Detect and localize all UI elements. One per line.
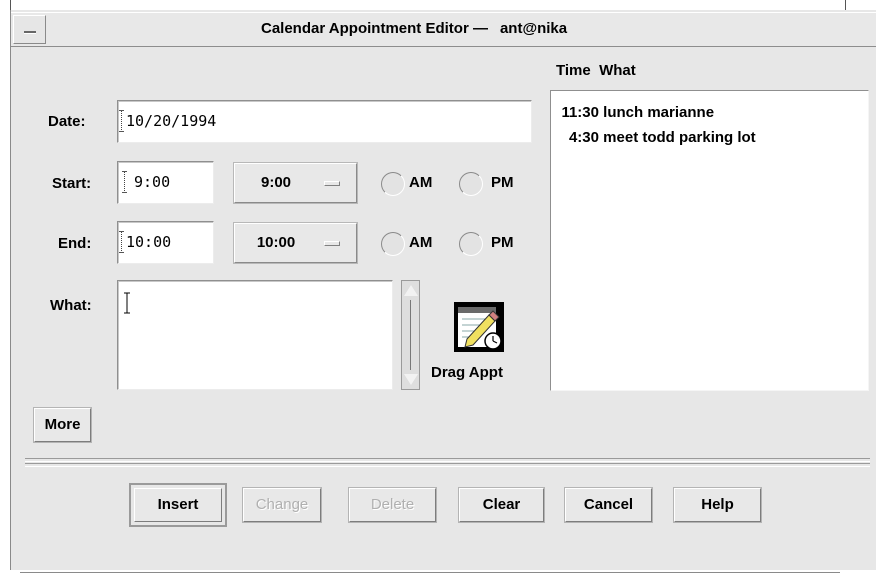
date-value: 10/20/1994 — [126, 112, 217, 130]
separator — [25, 463, 870, 467]
radio-icon — [381, 232, 405, 256]
window-title-text: Calendar Appointment Editor — — [261, 20, 488, 37]
date-label: Date: — [48, 113, 86, 130]
radio-icon — [459, 232, 483, 256]
list-header-what: What — [599, 62, 636, 79]
start-pm-label: PM — [491, 174, 514, 191]
start-time-value: 9:00 — [134, 173, 171, 191]
clear-button[interactable]: Clear — [458, 487, 545, 523]
radio-icon — [381, 172, 405, 196]
window-title-user: ant@nika — [499, 20, 568, 37]
list-item-time: 11:30 — [561, 104, 599, 121]
what-label: What: — [50, 297, 92, 314]
date-field[interactable]: 10/20/1994 — [117, 100, 532, 143]
drag-appointment-icon[interactable] — [453, 301, 505, 353]
end-label: End: — [58, 235, 92, 252]
what-scrollbar[interactable] — [401, 280, 420, 390]
end-pm-label: PM — [491, 234, 514, 251]
window-title: Calendar Appointment Editor — ant@nika — [261, 20, 567, 37]
change-button[interactable]: Change — [242, 487, 322, 523]
resize-corner-tl[interactable] — [10, 0, 11, 10]
i-beam-cursor-icon — [124, 292, 130, 314]
resize-corner-tr[interactable] — [845, 0, 846, 10]
drag-appt-label: Drag Appt — [431, 364, 503, 381]
help-button[interactable]: Help — [673, 487, 762, 523]
end-time-menu-value: 10:00 — [256, 234, 296, 251]
window-menu-button[interactable] — [13, 15, 46, 44]
text-caret — [119, 110, 127, 132]
scroll-up-icon[interactable] — [404, 285, 418, 296]
bottom-edge — [20, 572, 840, 573]
list-header: Time What — [556, 62, 636, 79]
text-caret — [122, 171, 130, 193]
delete-button[interactable]: Delete — [348, 487, 437, 523]
scroll-down-icon[interactable] — [404, 374, 418, 385]
list-item[interactable]: 4:30 meet todd parking lot — [557, 129, 862, 154]
separator — [25, 458, 870, 462]
start-am-label: AM — [409, 174, 433, 191]
scroll-track[interactable] — [410, 300, 411, 370]
cancel-button[interactable]: Cancel — [564, 487, 653, 523]
list-item[interactable]: 11:30 lunch marianne — [557, 104, 862, 129]
insert-button[interactable]: Insert — [129, 483, 227, 527]
what-textarea[interactable] — [117, 280, 393, 390]
end-time-value: 10:00 — [126, 233, 172, 251]
list-item-what: meet todd parking lot — [603, 129, 756, 146]
list-item-what: lunch marianne — [603, 104, 715, 121]
title-bar[interactable]: Calendar Appointment Editor — ant@nika — [11, 12, 876, 47]
menu-mark-icon — [324, 241, 340, 246]
more-button[interactable]: More — [33, 407, 92, 443]
radio-icon — [459, 172, 483, 196]
window-menu-icon — [24, 31, 36, 34]
menu-mark-icon — [324, 181, 340, 186]
list-header-time: Time — [556, 62, 591, 79]
start-time-menu[interactable]: 9:00 — [233, 162, 358, 204]
end-am-label: AM — [409, 234, 433, 251]
end-time-field[interactable]: 10:00 — [117, 221, 214, 264]
appointment-list[interactable]: 11:30 lunch marianne 4:30 meet todd park… — [550, 90, 869, 391]
list-item-time: 4:30 — [568, 129, 599, 146]
start-time-field[interactable]: 9:00 — [117, 161, 214, 204]
start-label: Start: — [52, 175, 92, 192]
end-time-menu[interactable]: 10:00 — [233, 222, 358, 264]
start-time-menu-value: 9:00 — [260, 174, 292, 191]
text-caret — [119, 231, 127, 253]
